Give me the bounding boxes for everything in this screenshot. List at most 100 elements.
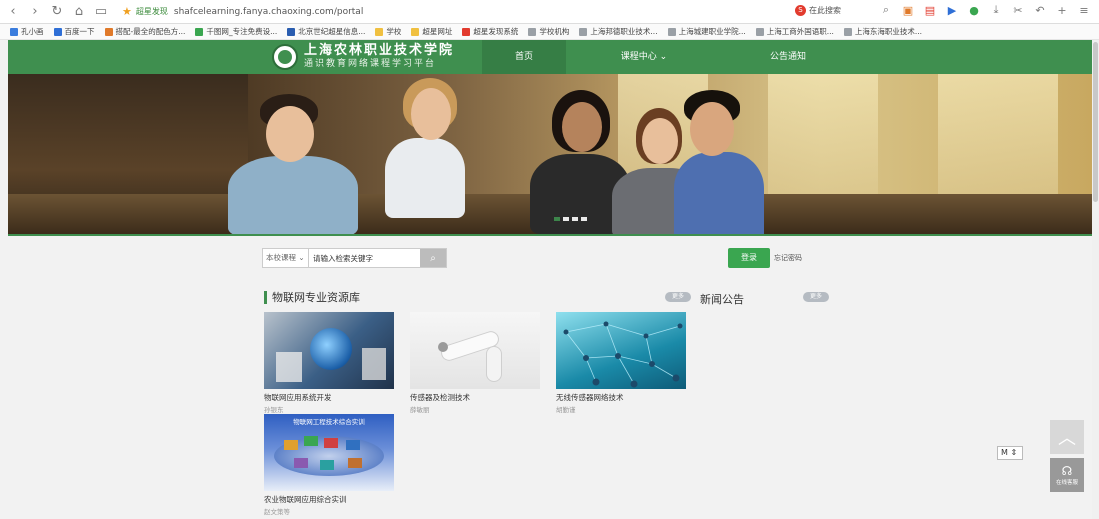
course-name[interactable]: 传感器及检测技术 (410, 393, 540, 403)
bookmark-label: 百度一下 (64, 27, 95, 36)
bookmark-item[interactable]: 孔小画 (10, 26, 44, 37)
course-thumbnail[interactable] (410, 312, 540, 389)
banner-dot[interactable] (554, 217, 560, 221)
play-icon[interactable]: ▶ (945, 3, 959, 17)
banner-pagination[interactable] (554, 217, 587, 221)
bookmark-label: 上海城建职业学院... (678, 27, 746, 36)
bookmark-item[interactable]: 搭配-最全的配色方... (104, 26, 186, 37)
hero-banner[interactable] (8, 74, 1092, 234)
course-card[interactable]: 无线传感器网络技术 胡勤谨 (556, 312, 686, 414)
browser-search-placeholder: 在此搜索 (809, 5, 841, 15)
forward-icon[interactable]: › (26, 3, 44, 21)
download-icon[interactable]: ⤓ (989, 3, 1003, 17)
nav-announcements[interactable]: 公告通知 (746, 40, 830, 74)
forgot-password-link[interactable]: 忘记密码 (774, 253, 802, 263)
platform-name: 通识教育网络课程学习平台 (304, 59, 437, 69)
bookmark-item[interactable]: 北京世纪超星信息... (287, 26, 365, 37)
course-thumbnail[interactable]: 物联网工程技术综合实训 (264, 414, 394, 491)
bookmark-item[interactable]: 上海东海职业技术... (843, 26, 923, 37)
bookmark-label: 北京世纪超星信息... (298, 27, 366, 36)
floating-select[interactable]: M ⇕ (997, 446, 1023, 460)
course-card[interactable]: 物联网应用系统开发 孙银东 (264, 312, 394, 414)
school-emblem-icon (272, 44, 298, 70)
bookmark-icon (375, 27, 384, 36)
search-button[interactable]: ⌕ (420, 249, 446, 267)
browser-toolbar: ‹ › ↻ ⌂ ▭ ★ 超星发现 shafcelearning.fanya.ch… (0, 0, 1099, 24)
course-thumbnail[interactable] (264, 312, 394, 389)
banner-dot[interactable] (572, 217, 578, 221)
address-bar[interactable]: ★ 超星发现 shafcelearning.fanya.chaoxing.com… (122, 5, 363, 18)
bookmark-item[interactable]: 百度一下 (53, 26, 95, 37)
browser-search-box[interactable]: S 在此搜索 (795, 4, 841, 16)
bookmark-icon (53, 27, 62, 36)
url-text[interactable]: shafcelearning.fanya.chaoxing.com/portal (174, 7, 363, 17)
online-service-button[interactable]: ☊ 在线客服 (1050, 458, 1084, 492)
more-news-button[interactable]: 更多 (803, 292, 829, 302)
course-search-bar: 本校课程 ⌄ ⌕ (262, 248, 447, 268)
more-resources-button[interactable]: 更多 (665, 292, 691, 302)
bookmark-item[interactable]: 学校 (375, 26, 401, 37)
search-input[interactable] (309, 249, 420, 267)
course-thumbnail[interactable] (556, 312, 686, 389)
reader-mode-icon[interactable]: ▭ (92, 3, 110, 21)
bookmark-label: 孔小画 (21, 27, 44, 36)
new-tab-icon[interactable]: + (1055, 3, 1069, 17)
bookmark-item[interactable]: 上海城建职业学院... (667, 26, 746, 37)
nav-course-center[interactable]: 课程中心 ⌄ (602, 40, 686, 74)
search-scope-dropdown[interactable]: 本校课程 ⌄ (263, 249, 309, 267)
game-icon[interactable]: ▣ (901, 3, 915, 17)
bookmark-star-icon[interactable]: ★ (122, 5, 132, 18)
refresh-icon[interactable]: ↻ (48, 3, 66, 21)
site-logo[interactable]: 上海农林职业技术学院 通识教育网络课程学习平台 (272, 44, 454, 70)
login-button[interactable]: 登录 (728, 248, 770, 268)
bookmark-item[interactable]: 超星发现系统 (462, 26, 518, 37)
school-name: 上海农林职业技术学院 (304, 43, 455, 58)
banner-dot[interactable] (563, 217, 569, 221)
back-to-top-button[interactable]: ︿ (1050, 420, 1084, 454)
cut-icon[interactable]: ✂ (1011, 3, 1025, 17)
bookmark-label: 千图网_专注免费设... (206, 27, 278, 36)
back-icon[interactable]: ‹ (4, 3, 22, 21)
banner-divider (8, 234, 1092, 236)
bookmark-item[interactable]: 上海邦德职业技术... (579, 26, 658, 37)
course-teacher: 胡勤谨 (556, 406, 576, 414)
bookmarks-bar: 孔小画 百度一下 搭配-最全的配色方... 千图网_专注免费设... 北京世纪超星信息.… (0, 24, 1099, 40)
nav-home[interactable]: 首页 (482, 40, 566, 74)
bookmark-item[interactable]: 学校机构 (528, 26, 569, 37)
bookmark-icon (10, 27, 18, 36)
banner-dot[interactable] (581, 217, 587, 221)
bookmark-label: 上海东海职业技术... (854, 27, 923, 36)
chevron-up-icon: ︿ (1058, 428, 1076, 449)
course-name[interactable]: 农业物联网应用综合实训 (264, 495, 394, 505)
course-card[interactable]: 物联网工程技术综合实训 农业物联网应用综合实训 赵文策等 (264, 414, 394, 516)
chat-icon[interactable]: ● (967, 3, 981, 17)
course-name[interactable]: 物联网应用系统开发 (264, 393, 394, 403)
course-teacher: 赵文策等 (264, 508, 290, 516)
search-icon: ⌕ (430, 252, 436, 264)
bookmark-icon (755, 27, 764, 36)
bookmark-item[interactable]: 上海工商外国语职... (755, 26, 834, 37)
bookmark-icon (195, 27, 204, 36)
undo-icon[interactable]: ↶ (1033, 3, 1047, 17)
page-scrollbar[interactable] (1092, 40, 1099, 519)
bookmark-label: 超星网址 (422, 27, 453, 36)
search-icon[interactable]: ⌕ (879, 3, 893, 17)
app-icon[interactable]: ▤ (923, 3, 937, 17)
course-card[interactable]: 传感器及检测技术 薛敏丽 (410, 312, 540, 414)
home-icon[interactable]: ⌂ (70, 3, 88, 21)
browser-right-tools: S 在此搜索 ⌕ ▣ ▤ ▶ ● ⤓ ✂ ↶ + ≡ (795, 3, 1091, 17)
bookmark-item[interactable]: 超星网址 (411, 26, 452, 37)
network-graphic (563, 321, 683, 388)
thumbnail-caption: 物联网工程技术综合实训 (293, 418, 365, 426)
course-name[interactable]: 无线传感器网络技术 (556, 393, 686, 403)
bookmark-icon (667, 27, 676, 36)
bookmark-label: 上海工商外国语职... (766, 27, 834, 36)
bookmark-label: 搭配-最全的配色方... (115, 27, 186, 36)
bookmark-icon (843, 27, 852, 36)
resource-library-title: 物联网专业资源库 (264, 291, 360, 304)
bookmark-label: 学校 (386, 27, 402, 36)
menu-icon[interactable]: ≡ (1077, 3, 1091, 17)
bookmark-item[interactable]: 千图网_专注免费设... (195, 26, 277, 37)
bookmark-icon (528, 27, 537, 36)
search-engine-icon: S (795, 4, 806, 16)
